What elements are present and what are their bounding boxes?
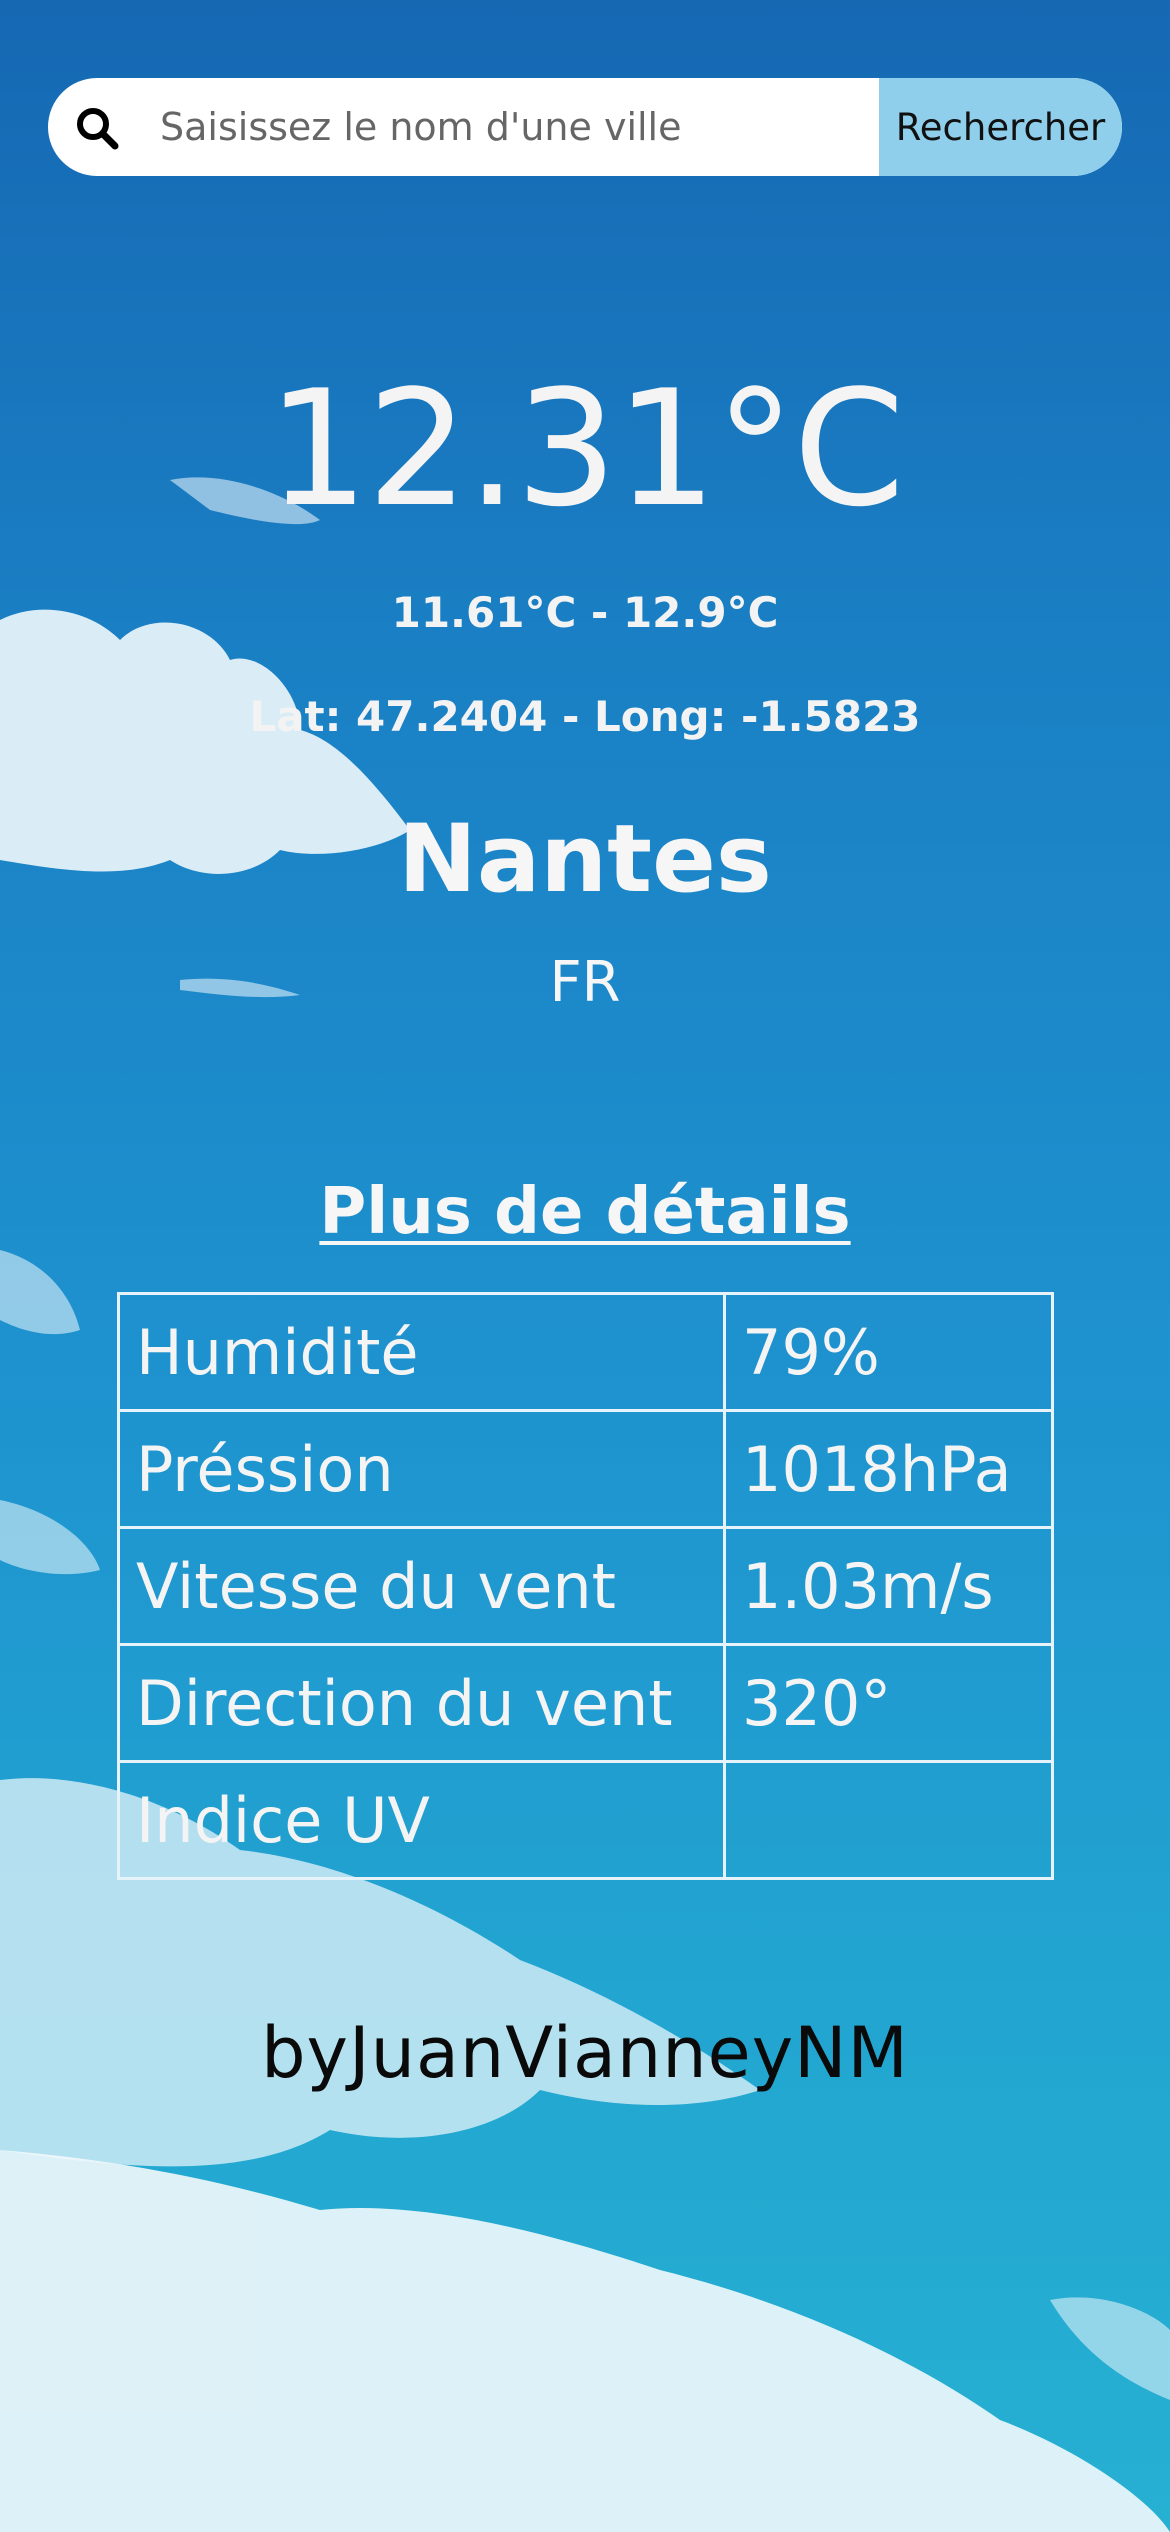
details-heading: Plus de détails: [319, 1175, 851, 1249]
coordinates: Lat: 47.2404 - Long: -1.5823: [249, 692, 921, 741]
table-row: Direction du vent 320°: [117, 1643, 1054, 1763]
temperature-range: 11.61°C - 12.9°C: [391, 588, 779, 637]
search-bar: Rechercher: [48, 78, 1122, 176]
table-row: Préssion 1018hPa: [117, 1409, 1054, 1529]
current-temperature: 12.31°C: [267, 355, 905, 542]
pressure-label: Préssion: [117, 1409, 726, 1529]
table-row: Humidité 79%: [117, 1292, 1054, 1412]
humidity-label: Humidité: [117, 1292, 726, 1412]
wind-speed-value: 1.03m/s: [723, 1526, 1054, 1646]
details-table: Humidité 79% Préssion 1018hPa Vitesse du…: [117, 1292, 1054, 1880]
city-search-input[interactable]: [160, 78, 920, 176]
search-icon[interactable]: [74, 105, 120, 151]
pressure-value: 1018hPa: [723, 1409, 1054, 1529]
country-code: FR: [549, 950, 621, 1015]
city-name: Nantes: [398, 805, 772, 914]
table-row: Vitesse du vent 1.03m/s: [117, 1526, 1054, 1646]
wind-direction-label: Direction du vent: [117, 1643, 726, 1763]
humidity-value: 79%: [723, 1292, 1054, 1412]
uv-index-value: [723, 1760, 1054, 1880]
author-credit: byJuanVianneyNM: [261, 2012, 909, 2094]
search-button[interactable]: Rechercher: [879, 78, 1122, 176]
uv-index-label: Indice UV: [117, 1760, 726, 1880]
wind-speed-label: Vitesse du vent: [117, 1526, 726, 1646]
wind-direction-value: 320°: [723, 1643, 1054, 1763]
table-row: Indice UV: [117, 1760, 1054, 1880]
